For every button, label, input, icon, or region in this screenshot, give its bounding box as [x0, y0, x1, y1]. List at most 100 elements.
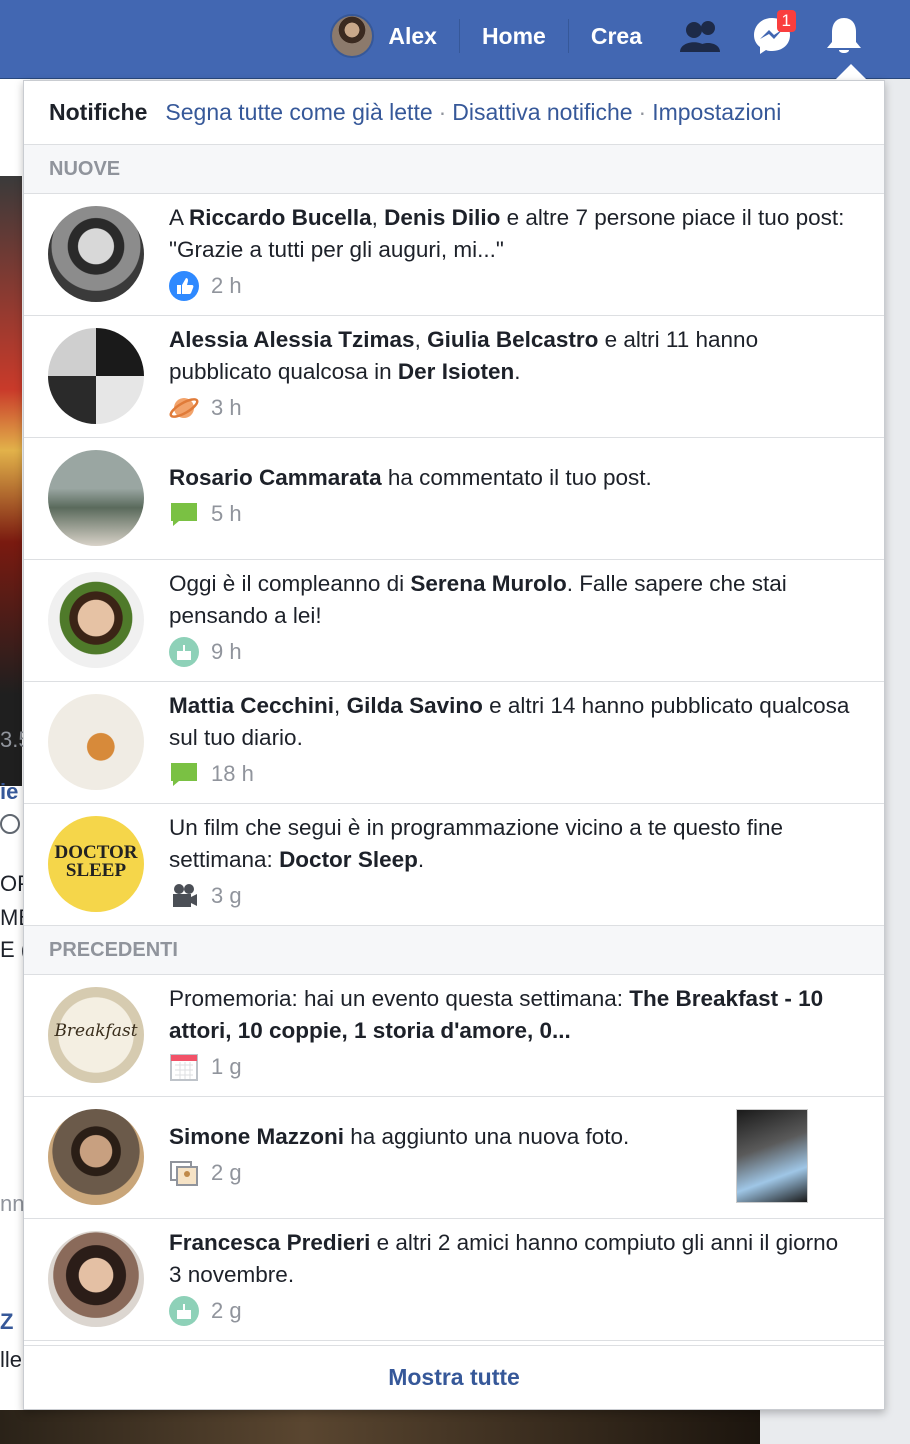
dropdown-caret [835, 64, 867, 80]
background-text: ie [0, 779, 19, 804]
avatar: Breakfast [48, 987, 144, 1083]
text: A [169, 205, 190, 230]
avatar [48, 450, 144, 546]
notification-item[interactable]: Oggi è il compleanno di Serena Murolo. F… [24, 560, 884, 682]
text: , [334, 693, 347, 718]
section-previous: PRECEDENTI [24, 926, 884, 975]
timestamp: 18 h [211, 761, 254, 786]
show-all-link[interactable]: Mostra tutte [24, 1345, 884, 1409]
header-separator: · [638, 99, 647, 125]
background-text: nn [0, 1191, 25, 1216]
movie-name: Doctor Sleep [279, 847, 418, 872]
notification-item[interactable]: Simone Mazzoni ha aggiunto una nuova fot… [24, 1097, 884, 1219]
notification-text: Alessia Alessia Tzimas, Giulia Belcastro… [169, 324, 854, 424]
timestamp: 3 h [211, 395, 242, 420]
person-name: Riccardo Bucella [189, 205, 372, 230]
text: , [414, 327, 428, 352]
comment-icon [169, 499, 199, 529]
notification-meta: 1 g [169, 1051, 854, 1083]
timestamp: 2 g [211, 1298, 242, 1323]
calendar-icon [169, 1052, 199, 1082]
notification-meta: 2 h [169, 270, 854, 302]
notification-text: Promemoria: hai un evento questa settima… [169, 983, 854, 1083]
avatar [48, 572, 144, 668]
text: , [371, 205, 385, 230]
like-icon [169, 271, 199, 301]
notifications-button[interactable] [808, 0, 880, 72]
person-name: Rosario Cammarata [169, 465, 382, 490]
group-planet-icon [169, 393, 199, 423]
timestamp: 1 g [211, 1054, 242, 1079]
person-name: Gilda Savino [346, 693, 483, 718]
background-photo [0, 176, 22, 786]
poster-line: SLEEP [65, 860, 127, 881]
profile-link[interactable]: Alex [388, 19, 460, 53]
notifications-header: Notifiche Segna tutte come già lette · D… [24, 81, 884, 145]
background-text: lle [0, 1347, 23, 1372]
person-name: Serena Murolo [410, 571, 567, 596]
timestamp: 2 g [211, 1160, 242, 1185]
notification-item[interactable]: Francesca Predieri e altri 2 amici hanno… [24, 1219, 884, 1341]
header-separator: · [438, 99, 447, 125]
notification-meta: 5 h [169, 498, 854, 530]
notification-text: Rosario Cammarata ha commentato il tuo p… [169, 462, 854, 530]
settings-link[interactable]: Impostazioni [652, 99, 781, 126]
notification-meta: 3 g [169, 880, 854, 912]
avatar [48, 694, 144, 790]
friends-icon [680, 21, 720, 52]
avatar [48, 1231, 144, 1327]
photo-icon [169, 1158, 199, 1188]
event-poster-text: Breakfast [54, 1021, 138, 1041]
section-new: NUOVE [24, 145, 884, 194]
text: ha aggiunto una nuova foto. [344, 1124, 630, 1149]
mark-all-read-link[interactable]: Segna tutte come già lette [165, 99, 432, 126]
notifications-title: Notifiche [49, 99, 148, 125]
movie-poster-text: DOCTOR SLEEP [48, 843, 144, 881]
person-name: Denis Dilio [384, 205, 501, 230]
birthday-cake-icon [169, 1296, 199, 1326]
photo-thumbnail[interactable] [736, 1109, 808, 1203]
notification-item[interactable]: DOCTOR SLEEP Un film che segui è in prog… [24, 804, 884, 926]
timestamp: 5 h [211, 501, 242, 526]
avatar [48, 206, 144, 302]
background-text: Z [0, 1309, 14, 1334]
notification-item[interactable]: A Riccardo Bucella, Denis Dilio e altre … [24, 194, 884, 316]
text: Oggi è il compleanno di [169, 571, 411, 596]
background-photo-bottom [0, 1410, 760, 1444]
text: ha commentato il tuo post. [381, 465, 652, 490]
create-link[interactable]: Crea [569, 19, 664, 53]
profile-avatar[interactable] [330, 14, 375, 58]
messenger-button[interactable]: 1 [736, 0, 808, 72]
notification-text: A Riccardo Bucella, Denis Dilio e altre … [169, 202, 854, 302]
notification-meta: 3 h [169, 392, 854, 424]
text: . [417, 847, 425, 872]
notification-item[interactable]: Alessia Alessia Tzimas, Giulia Belcastro… [24, 316, 884, 438]
notification-meta: 9 h [169, 636, 854, 668]
notifications-dropdown: Notifiche Segna tutte come già lette · D… [23, 80, 885, 1410]
notification-meta: 18 h [169, 758, 854, 790]
friend-requests-button[interactable] [664, 0, 736, 72]
notification-item[interactable]: Breakfast Promemoria: hai un evento ques… [24, 975, 884, 1097]
birthday-cake-icon [169, 637, 199, 667]
nav-right: Alex Home Crea 1 [330, 0, 880, 72]
group-name: Der Isioten [397, 359, 515, 384]
notification-meta: 2 g [169, 1295, 854, 1327]
notification-item[interactable]: Mattia Cecchini, Gilda Savino e altri 14… [24, 682, 884, 804]
disable-notifications-link[interactable]: Disattiva notifiche [452, 99, 632, 126]
timestamp: 9 h [211, 639, 242, 664]
timestamp: 2 h [211, 273, 242, 298]
top-navigation-bar: Alex Home Crea 1 [0, 0, 910, 79]
movie-camera-icon [169, 881, 199, 911]
home-link[interactable]: Home [460, 19, 569, 53]
notification-text: Mattia Cecchini, Gilda Savino e altri 14… [169, 690, 854, 790]
person-name: Simone Mazzoni [169, 1124, 345, 1149]
person-name: Francesca Predieri [169, 1230, 371, 1255]
timestamp: 3 g [211, 883, 242, 908]
notification-item[interactable]: Rosario Cammarata ha commentato il tuo p… [24, 438, 884, 560]
text: . [514, 359, 521, 384]
globe-icon [0, 814, 20, 834]
avatar: DOCTOR SLEEP [48, 816, 144, 912]
avatar [48, 1109, 144, 1205]
comment-icon [169, 759, 199, 789]
person-name: Mattia Cecchini [169, 693, 335, 718]
